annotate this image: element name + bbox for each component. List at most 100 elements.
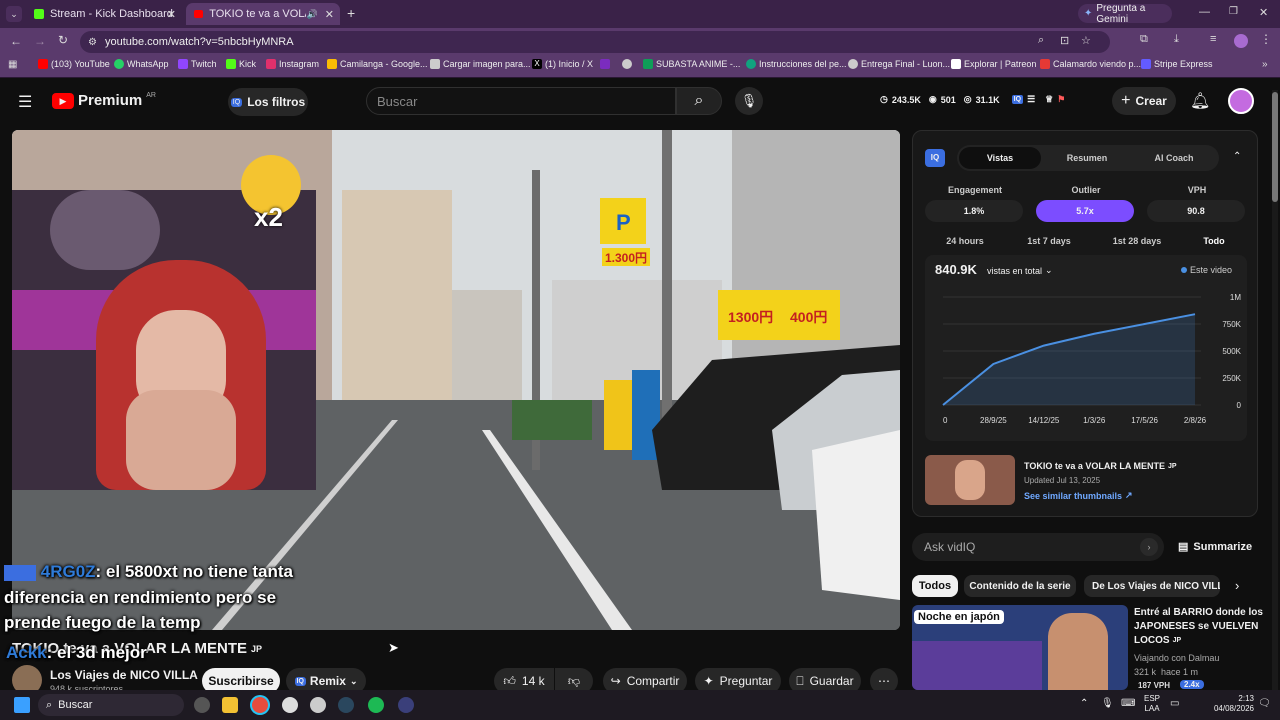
tab-kick-dashboard[interactable]: Stream - Kick Dashboard ✕ — [26, 3, 182, 25]
bookmark-patreon[interactable]: Explorar | Patreon — [951, 59, 1036, 69]
account-avatar[interactable] — [1228, 88, 1254, 114]
tab-vistas[interactable]: Vistas — [959, 147, 1041, 169]
bookmark-stripe[interactable]: Stripe Express — [1141, 59, 1213, 69]
bookmark-x[interactable]: X (1) Inicio / X — [532, 59, 593, 69]
vidiq-icon[interactable]: IQ — [1011, 95, 1024, 104]
reload-icon[interactable]: ↻ — [58, 33, 68, 47]
views-dropdown[interactable]: vistas en total ⌄ — [987, 265, 1053, 276]
chip-series[interactable]: Contenido de la serie — [964, 575, 1076, 597]
bookmark-instagram[interactable]: Instagram — [266, 59, 319, 69]
spotify-icon[interactable] — [368, 697, 384, 713]
notification-icon[interactable]: 🗨 — [1258, 698, 1271, 709]
install-icon[interactable]: ⊡ — [1060, 34, 1069, 47]
apps-icon[interactable]: ▦ — [8, 59, 17, 70]
bookmark-kick[interactable]: Kick — [226, 59, 256, 69]
media-icon[interactable]: ≡ — [1210, 33, 1216, 45]
new-tab-icon[interactable]: + — [347, 5, 355, 21]
range-7d[interactable]: 1st 7 days — [1009, 236, 1089, 246]
page-scrollbar[interactable] — [1272, 90, 1278, 690]
menu-icon[interactable]: ⋮ — [1260, 32, 1272, 46]
keyboard-icon[interactable]: ⌨ — [1121, 698, 1135, 709]
close-icon[interactable]: ✕ — [167, 8, 176, 21]
restore-icon[interactable]: ❐ — [1229, 6, 1238, 17]
search-input[interactable]: Buscar — [377, 94, 417, 109]
recommendation-channel[interactable]: Viajando con Dalmau — [1134, 653, 1219, 663]
bookmark-star-icon[interactable]: ☆ — [1081, 34, 1091, 47]
bookmark-entrega-final[interactable]: Entrega Final - Luon... — [848, 59, 950, 69]
app-icon[interactable] — [398, 697, 414, 713]
chips-next-icon[interactable]: › — [1235, 578, 1239, 593]
create-button[interactable]: + Crear — [1112, 87, 1176, 115]
chrome-icon[interactable] — [252, 697, 268, 713]
send-icon[interactable]: › — [1140, 538, 1158, 556]
ask-vidiq-input[interactable]: Ask vidIQ › — [912, 533, 1164, 561]
tab-youtube-video[interactable]: TOKIO te va a VOLAR LA M... 🔊 ✕ — [186, 3, 340, 25]
recommendation-title[interactable]: Entré al BARRIO donde los JAPONESES se V… — [1134, 606, 1276, 648]
similar-thumbnails-link[interactable]: See similar thumbnails ↗ — [1024, 490, 1133, 501]
minimize-icon[interactable]: — — [1199, 6, 1210, 18]
address-bar[interactable]: ⚙ youtube.com/watch?v=5nbcbHyMNRA ⌕ ⊡ ☆ — [80, 31, 1110, 53]
youtube-logo[interactable]: ▶ Premium AR — [52, 92, 156, 109]
metric-vph-value[interactable]: 90.8 — [1147, 200, 1245, 222]
chip-channel[interactable]: De Los Viajes de NICO VILLA — [1084, 575, 1220, 597]
speaker-icon[interactable]: 🔊 — [307, 9, 318, 20]
tab-list-chevron-icon[interactable]: ⌄ — [6, 6, 22, 22]
tab-ai-coach[interactable]: AI Coach — [1133, 153, 1215, 163]
alert-icon[interactable]: ⚑ — [1057, 94, 1065, 105]
bookmark-camilanga[interactable]: Camilanga - Google... — [327, 59, 428, 69]
list-icon[interactable]: ☰ — [1027, 94, 1035, 105]
chip-todos[interactable]: Todos — [912, 575, 958, 597]
profile-avatar[interactable] — [1234, 34, 1248, 48]
task-view-icon[interactable] — [194, 697, 210, 713]
network-icon[interactable]: ▭ — [1170, 698, 1179, 709]
metric-outlier-value[interactable]: 5.7x — [1036, 200, 1134, 222]
extensions-icon[interactable]: ⧉ — [1140, 33, 1148, 46]
bookmark-youtube[interactable]: (103) YouTube — [38, 59, 110, 69]
video-card-title[interactable]: TOKIO te va a VOLAR LA MENTE JP — [1024, 461, 1177, 471]
recommendation-thumbnail[interactable]: Noche en japón — [912, 605, 1128, 690]
gemini-button[interactable]: ✦ Pregunta a Gemini — [1078, 3, 1172, 25]
zoom-icon[interactable]: ⌕ — [1038, 34, 1044, 47]
hamburger-menu-icon[interactable]: ☰ — [18, 92, 32, 112]
download-icon[interactable]: ⤓ — [1174, 33, 1179, 46]
filters-button[interactable]: IQ Los filtros — [228, 88, 308, 116]
bookmark-twitch[interactable]: Twitch — [178, 59, 217, 69]
more-bookmarks-icon[interactable]: » — [1262, 59, 1268, 70]
bookmark-unnamed-1[interactable] — [600, 59, 610, 69]
bookmark-calamardo[interactable]: Calamardo viendo p... — [1040, 59, 1141, 69]
range-24h[interactable]: 24 hours — [925, 236, 1005, 246]
bookmark-cargar-imagen[interactable]: Cargar imagen para... — [430, 59, 531, 69]
bookmark-instrucciones[interactable]: Instrucciones del pe... — [746, 59, 847, 69]
language-indicator[interactable]: ESP LAA — [1144, 694, 1160, 714]
close-window-icon[interactable]: ✕ — [1259, 6, 1268, 19]
site-info-icon[interactable]: ⚙ — [88, 37, 97, 48]
notifications-bell-icon[interactable]: 🔔︎ — [1190, 91, 1210, 111]
microphone-icon[interactable]: 🎙 — [1101, 698, 1114, 709]
video-thumbnail[interactable] — [925, 455, 1015, 505]
collapse-chevron-icon[interactable]: ⌃ — [1233, 151, 1241, 162]
search-box[interactable]: Buscar — [366, 87, 676, 115]
channel-name[interactable]: Los Viajes de NICO VILLA — [50, 668, 198, 682]
scrollbar-thumb[interactable] — [1272, 92, 1278, 202]
video-player[interactable]: P 1.300円 1300円 400円 x2 — [12, 130, 900, 630]
trophy-icon[interactable]: ♕ — [1045, 94, 1053, 105]
metric-engagement-value[interactable]: 1.8% — [925, 200, 1023, 222]
forward-icon[interactable]: → — [34, 34, 46, 48]
close-icon[interactable]: ✕ — [325, 8, 334, 21]
range-28d[interactable]: 1st 28 days — [1093, 236, 1181, 246]
tray-chevron-icon[interactable]: ⌃ — [1080, 698, 1088, 709]
file-explorer-icon[interactable] — [222, 697, 238, 713]
range-all[interactable]: Todo — [1189, 236, 1239, 246]
obs-icon[interactable] — [282, 697, 298, 713]
bookmark-whatsapp[interactable]: WhatsApp — [114, 59, 169, 69]
clock[interactable]: 2:13 04/08/2026 — [1206, 694, 1254, 714]
voice-search-button[interactable]: 🎙 — [735, 87, 763, 115]
windows-start-icon[interactable] — [14, 697, 30, 713]
search-button[interactable]: ⌕ — [676, 87, 722, 115]
summarize-button[interactable]: ▤ Summarize — [1178, 540, 1252, 554]
taskbar-search[interactable]: ⌕ Buscar — [38, 694, 184, 716]
bookmark-subasta[interactable]: SUBASTA ANIME -... — [643, 59, 740, 69]
tab-resumen[interactable]: Resumen — [1047, 153, 1127, 163]
steam-icon[interactable] — [338, 697, 354, 713]
bookmark-unnamed-2[interactable] — [622, 59, 632, 69]
